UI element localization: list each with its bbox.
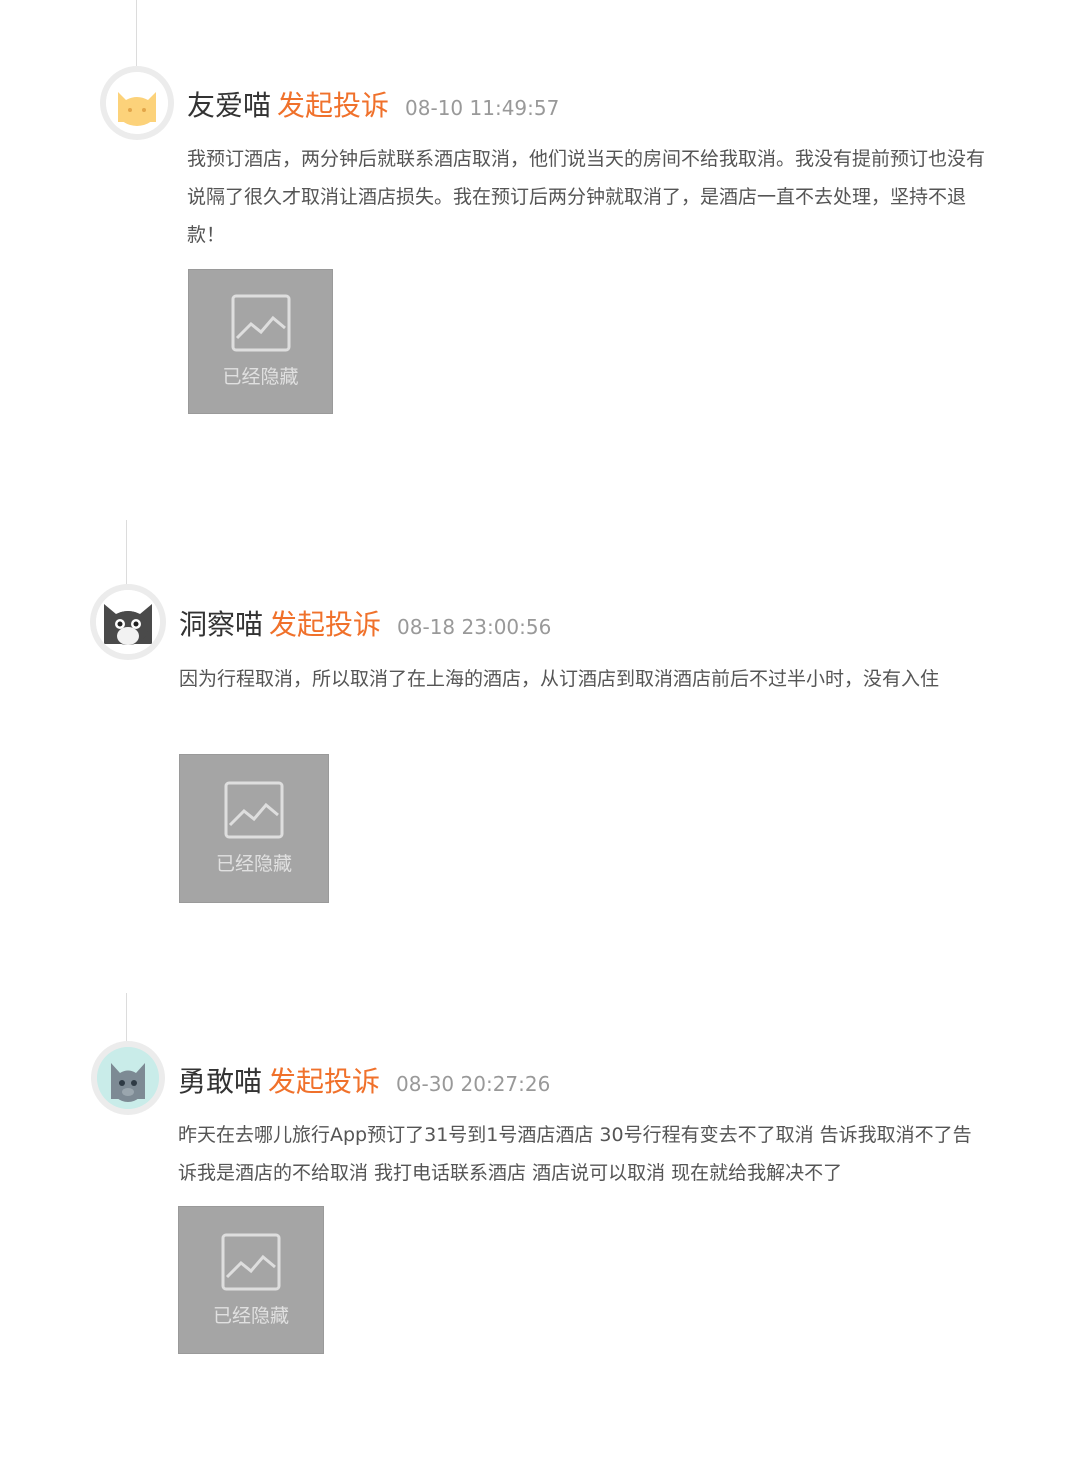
orange-cat-icon <box>106 72 168 134</box>
avatar[interactable] <box>91 1041 165 1115</box>
timestamp: 08-30 20:27:26 <box>396 1072 551 1096</box>
gray-cat-icon <box>97 1047 159 1109</box>
username: 洞察喵 <box>179 608 264 641</box>
timestamp: 08-10 11:49:57 <box>405 96 560 120</box>
hidden-label: 已经隐藏 <box>212 1304 289 1327</box>
complaint-link[interactable]: 发起投诉 <box>269 603 381 643</box>
complaint-link[interactable]: 发起投诉 <box>277 84 389 124</box>
timeline-line <box>126 520 127 586</box>
username: 勇敢喵 <box>178 1065 263 1098</box>
avatar[interactable] <box>90 584 166 660</box>
dark-cat-icon <box>96 590 160 654</box>
hidden-image[interactable]: 已经隐藏 <box>179 754 329 903</box>
timestamp: 08-18 23:00:56 <box>397 615 552 639</box>
image-icon <box>224 781 284 839</box>
hidden-image[interactable]: 已经隐藏 <box>178 1206 324 1354</box>
complaint-text: 因为行程取消，所以取消了在上海的酒店，从订酒店到取消酒店前后不过半小时，没有入住 <box>179 668 940 690</box>
timeline-line <box>126 993 127 1043</box>
image-icon <box>231 294 290 352</box>
complaint-text: 昨天在去哪儿旅行App预订了31号到1号酒店酒店 30号行程有变去不了取消 告诉… <box>178 1124 972 1184</box>
complaint-link[interactable]: 发起投诉 <box>268 1060 380 1100</box>
hidden-image[interactable]: 已经隐藏 <box>188 269 333 414</box>
timeline-line <box>136 0 137 68</box>
hidden-label: 已经隐藏 <box>215 853 292 875</box>
username: 友爱喵 <box>187 89 272 122</box>
image-icon <box>221 1233 281 1290</box>
avatar[interactable] <box>100 66 174 140</box>
complaint-text: 我预订酒店，两分钟后就联系酒店取消，他们说当天的房间不给我取消。我没有提前预订也… <box>187 148 986 246</box>
hidden-label: 已经隐藏 <box>222 366 299 388</box>
